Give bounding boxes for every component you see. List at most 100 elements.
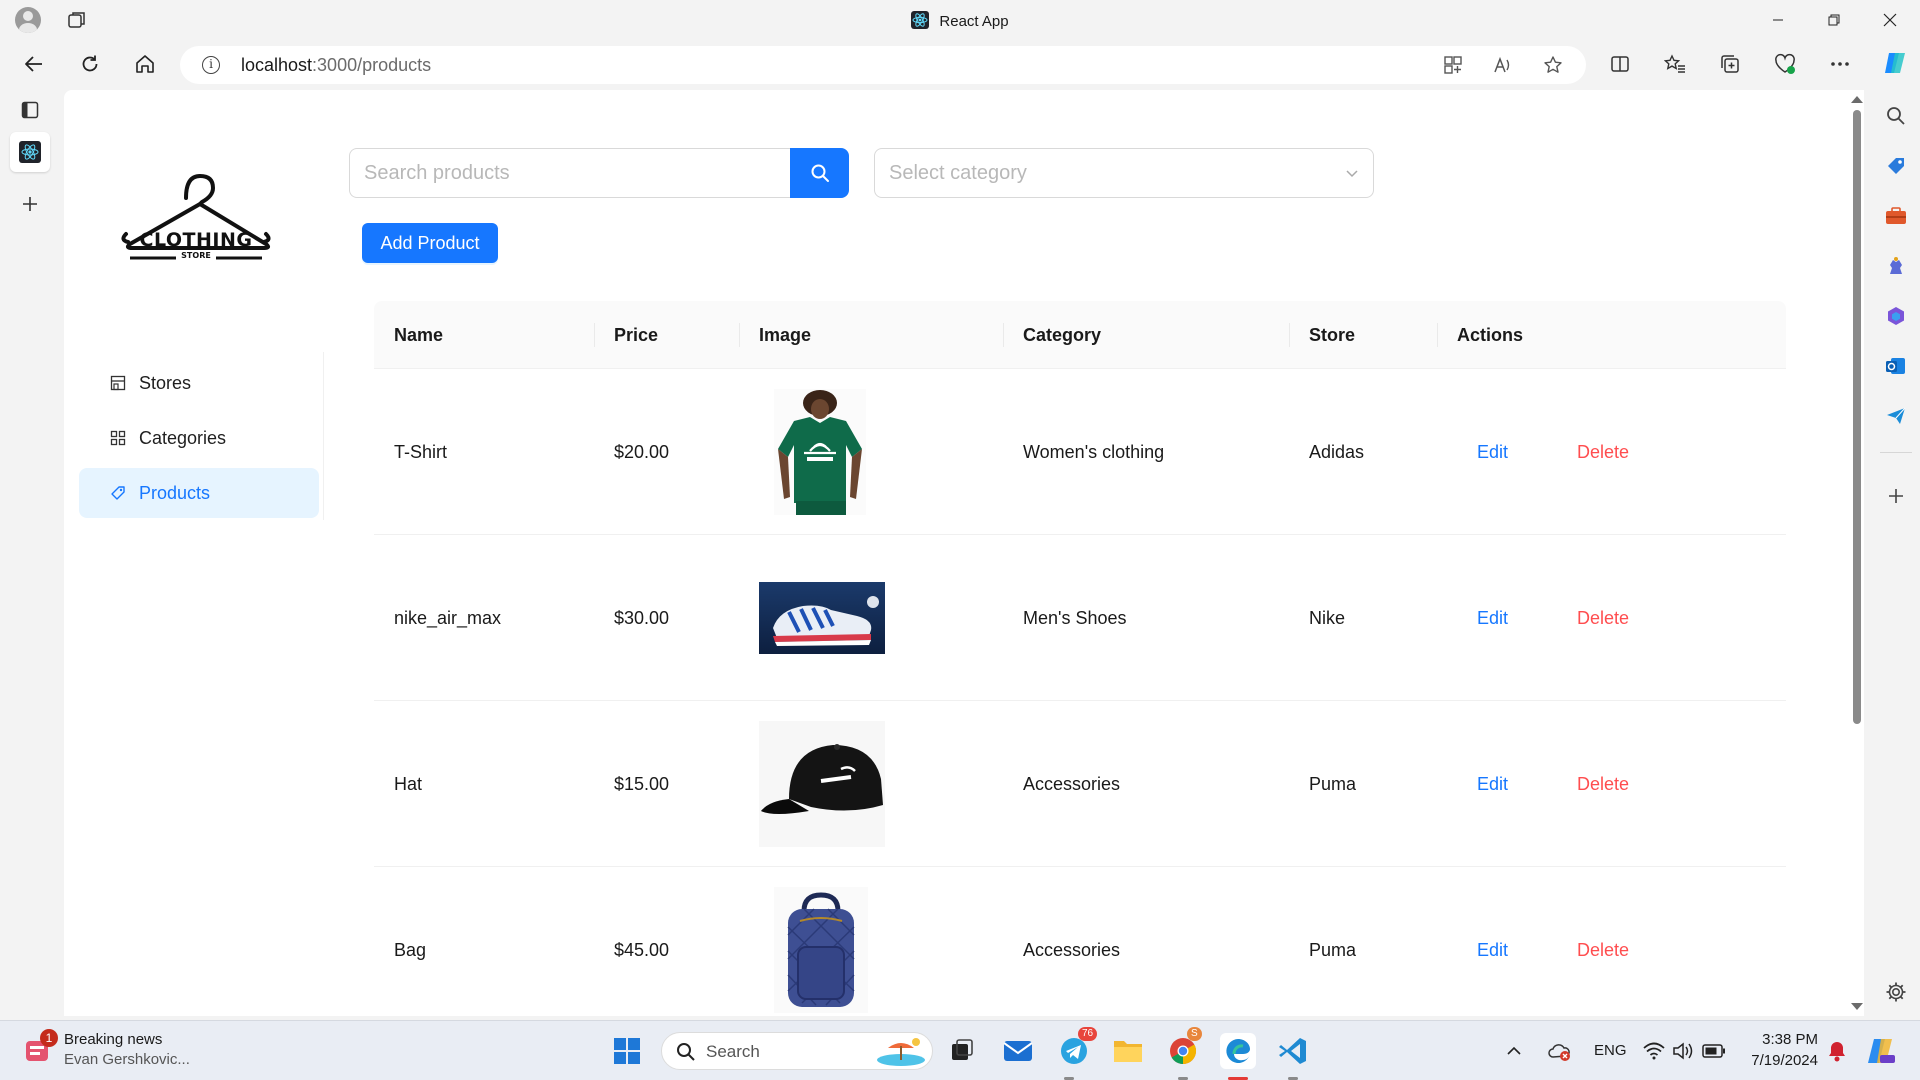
tab-react-app[interactable] xyxy=(10,132,50,172)
taskbar-search[interactable]: Search xyxy=(661,1032,933,1070)
delete-link[interactable]: Delete xyxy=(1537,369,1629,535)
news-notification-badge: 1 xyxy=(40,1029,58,1047)
input-language[interactable]: ENG xyxy=(1594,1042,1627,1059)
telegram-unread-badge: 76 xyxy=(1078,1027,1098,1041)
volume-icon[interactable] xyxy=(1670,1033,1696,1069)
windows-start-icon[interactable] xyxy=(609,1033,645,1069)
product-category: Accessories xyxy=(1023,773,1121,794)
clock-time[interactable]: 3:38 PM xyxy=(1748,1031,1818,1048)
product-image-cap xyxy=(759,721,885,847)
sidebar-settings-gear-icon[interactable] xyxy=(1884,980,1908,1004)
url-text[interactable]: localhost:3000/products xyxy=(241,55,431,76)
edit-link[interactable]: Edit xyxy=(1437,369,1508,535)
menu-divider xyxy=(323,352,324,520)
wifi-icon[interactable] xyxy=(1641,1033,1667,1069)
menu-item-categories[interactable]: Categories xyxy=(79,413,319,463)
browser-navigation-bar: i localhost:3000/products xyxy=(0,40,1920,88)
column-header-name: Name xyxy=(394,325,444,345)
store-icon xyxy=(109,374,127,392)
edit-link[interactable]: Edit xyxy=(1437,867,1508,1016)
delete-link[interactable]: Delete xyxy=(1537,701,1629,867)
column-header-image: Image xyxy=(759,325,812,345)
browser-essentials-icon[interactable] xyxy=(1773,52,1797,76)
app-available-icon[interactable] xyxy=(1443,55,1463,75)
search-highlight-beach-icon xyxy=(877,1038,925,1066)
read-aloud-icon[interactable] xyxy=(1493,55,1513,75)
add-sidebar-app-icon[interactable] xyxy=(1884,484,1908,508)
clothing-store-logo: CLOTHING STORE xyxy=(116,173,276,274)
windows-taskbar: 1 Breaking news Evan Gershkovic... Searc… xyxy=(0,1020,1920,1080)
shopping-tag-icon[interactable] xyxy=(1884,154,1908,178)
site-info-icon[interactable]: i xyxy=(202,56,220,74)
product-store: Puma xyxy=(1309,773,1357,794)
task-view-icon[interactable] xyxy=(944,1033,980,1069)
page-scrollbar[interactable] xyxy=(1848,90,1864,1016)
edit-link[interactable]: Edit xyxy=(1437,535,1508,701)
copilot-icon[interactable] xyxy=(1880,48,1910,78)
home-button[interactable] xyxy=(128,48,162,80)
product-name: Hat xyxy=(394,773,423,794)
edit-link[interactable]: Edit xyxy=(1437,701,1508,867)
vscode-app-icon[interactable] xyxy=(1275,1033,1311,1069)
menu-item-products[interactable]: Products xyxy=(79,468,319,518)
column-header-store: Store xyxy=(1309,325,1356,345)
minimize-button[interactable] xyxy=(1750,0,1806,40)
mail-app-icon[interactable] xyxy=(1000,1033,1036,1069)
browser-title-bar: React App xyxy=(0,0,1920,40)
restore-button[interactable] xyxy=(1806,0,1862,40)
clock-date[interactable]: 7/19/2024 xyxy=(1738,1052,1818,1069)
news-title[interactable]: Breaking news xyxy=(64,1031,162,1048)
tools-briefcase-icon[interactable] xyxy=(1884,204,1908,228)
show-hidden-icons-chevron-icon[interactable] xyxy=(1502,1033,1526,1069)
product-name: Bag xyxy=(394,939,427,960)
refresh-button[interactable] xyxy=(73,48,107,80)
menu-item-label: Categories xyxy=(139,427,227,448)
edge-sidebar xyxy=(1872,88,1920,1020)
react-logo-icon xyxy=(911,11,930,29)
product-price: $45.00 xyxy=(614,939,670,960)
collections-icon[interactable] xyxy=(1718,52,1742,76)
microsoft-365-icon[interactable] xyxy=(1884,304,1908,328)
menu-item-label: Stores xyxy=(139,372,192,393)
product-name: nike_air_max xyxy=(394,607,502,628)
search-input[interactable] xyxy=(349,148,791,198)
file-explorer-icon[interactable] xyxy=(1110,1033,1146,1069)
delete-link[interactable]: Delete xyxy=(1537,535,1629,701)
settings-more-icon[interactable] xyxy=(1828,52,1852,76)
back-button[interactable] xyxy=(17,48,51,80)
chrome-profile-badge: S xyxy=(1187,1027,1202,1041)
battery-icon[interactable] xyxy=(1700,1033,1728,1069)
product-search xyxy=(349,148,857,198)
add-product-button[interactable]: Add Product xyxy=(362,223,498,263)
new-tab-plus-icon[interactable] xyxy=(10,184,50,224)
edge-app-icon[interactable] xyxy=(1220,1033,1256,1069)
scroll-thumb[interactable] xyxy=(1853,110,1861,724)
address-bar[interactable]: i localhost:3000/products xyxy=(180,46,1586,84)
favorites-icon[interactable] xyxy=(1663,52,1687,76)
outlook-icon[interactable] xyxy=(1884,354,1908,378)
menu-item-stores[interactable]: Stores xyxy=(79,358,319,408)
close-button[interactable] xyxy=(1862,0,1918,40)
table-header: Name Price Image Category Store Actions xyxy=(374,301,1786,369)
product-category: Accessories xyxy=(1023,939,1121,960)
search-icon xyxy=(811,164,829,182)
tab-actions-icon[interactable] xyxy=(10,90,50,130)
search-button[interactable] xyxy=(790,148,849,198)
onedrive-error-icon[interactable] xyxy=(1546,1033,1574,1069)
product-name: T-Shirt xyxy=(394,441,448,462)
product-image-backpack xyxy=(774,887,868,1013)
scroll-down-arrow-icon[interactable] xyxy=(1851,1003,1863,1010)
scroll-up-arrow-icon[interactable] xyxy=(1851,96,1863,103)
copilot-preview-icon[interactable] xyxy=(1864,1033,1898,1069)
games-chess-icon[interactable] xyxy=(1884,254,1908,278)
split-screen-icon[interactable] xyxy=(1608,52,1632,76)
send-plane-icon[interactable] xyxy=(1884,404,1908,428)
news-subtitle[interactable]: Evan Gershkovic... xyxy=(64,1051,190,1068)
page-viewport: CLOTHING STORE Stores Categories Product… xyxy=(64,90,1848,1016)
favorite-star-icon[interactable] xyxy=(1543,55,1563,75)
notification-bell-icon[interactable] xyxy=(1824,1033,1850,1069)
logo-text: CLOTHING xyxy=(139,229,253,251)
search-icon[interactable] xyxy=(1884,104,1908,128)
delete-link[interactable]: Delete xyxy=(1537,867,1629,1016)
category-select[interactable]: Select category xyxy=(874,148,1374,198)
